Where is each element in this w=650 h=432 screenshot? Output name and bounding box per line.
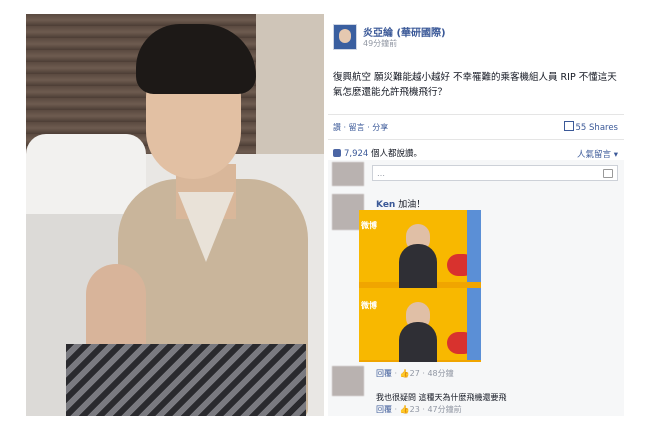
comment-time[interactable]: 48分鐘 <box>427 369 453 378</box>
post-photo[interactable] <box>26 14 324 416</box>
comment-text: 加油！ <box>398 200 426 210</box>
page-avatar[interactable] <box>333 24 357 50</box>
image-side <box>467 288 481 360</box>
divider <box>328 114 624 115</box>
shares-count: 55 Shares <box>575 123 618 133</box>
divider <box>328 139 624 140</box>
comment-text: 我也很疑問 這種天為什麼飛機還要飛 <box>376 393 507 402</box>
comment-body: Ken 加油！ <box>376 197 425 210</box>
camera-icon[interactable] <box>603 169 613 178</box>
weibo-logo: 微博 <box>361 221 377 230</box>
comment-likes[interactable]: 27 <box>410 369 420 378</box>
image-side <box>467 210 481 282</box>
commenter-avatar[interactable] <box>332 366 364 396</box>
comment-meta: 回覆 · 👍27 · 48分鐘 <box>376 369 454 378</box>
like-count-icon[interactable]: 👍 <box>400 405 410 414</box>
sort-label: 人氣留言 <box>577 150 612 160</box>
commenter-avatar[interactable] <box>332 162 364 186</box>
likes-suffix: 個人都說讚。 <box>371 149 423 159</box>
photo-pants <box>66 344 306 416</box>
post-text: 復興航空 願災難能越小越好 不幸罹難的乘客機組人員 RIP 不懂這天氣怎麼還能允… <box>333 72 617 98</box>
comment-sort-dropdown[interactable]: 人氣留言 ▾ <box>577 148 618 160</box>
comment-input[interactable]: … <box>372 165 618 181</box>
comment-time[interactable]: 47分鐘前 <box>427 405 461 414</box>
comment-meta: 回覆 · 👍23 · 47分鐘前 <box>376 405 462 414</box>
post-panel: 炎亞綸 (華研國際) 49分鐘前 復興航空 願災難能越小越好 不幸罹難的乘客機組… <box>328 14 624 416</box>
post-timestamp[interactable]: 49分鐘前 <box>363 38 397 49</box>
like-count-icon[interactable]: 👍 <box>400 369 410 378</box>
reply-link[interactable]: 回覆 <box>376 405 392 414</box>
comment-image[interactable]: 微博 微博 <box>359 210 481 362</box>
post-actions[interactable]: 讚 · 留言 · 分享 <box>333 122 388 133</box>
photo-vneck <box>178 192 234 262</box>
likes-count[interactable]: 7,924 <box>344 149 368 159</box>
comment-likes[interactable]: 23 <box>410 405 420 414</box>
likes-summary[interactable]: 7,924 個人都說讚。 <box>333 147 422 159</box>
commenter-name[interactable]: Ken <box>376 200 395 210</box>
page-name-link[interactable]: 炎亞綸 (華研國際) <box>363 24 446 39</box>
share-icon <box>563 121 574 131</box>
shares-link[interactable]: 55 Shares <box>563 121 618 133</box>
image-person <box>399 322 437 362</box>
reply-link[interactable]: 回覆 <box>376 369 392 378</box>
weibo-logo: 微博 <box>361 301 377 310</box>
like-thumb-icon <box>333 149 341 157</box>
